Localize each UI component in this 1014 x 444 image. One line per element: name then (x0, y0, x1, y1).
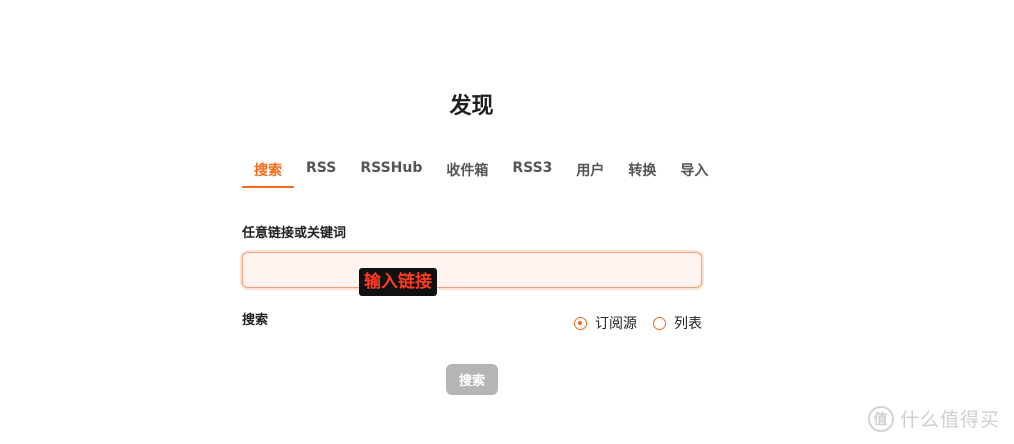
watermark-logo-icon: 值 (867, 405, 894, 432)
keyword-field-label: 任意链接或关键词 (242, 226, 347, 241)
radio-unchecked-icon (653, 316, 666, 330)
tab-users[interactable]: 用户 (564, 152, 616, 188)
tab-inbox[interactable]: 收件箱 (434, 152, 500, 188)
radio-lists[interactable]: 列表 (653, 313, 702, 333)
radio-feeds[interactable]: 订阅源 (574, 313, 637, 333)
page-title: 发现 (449, 94, 494, 119)
keyword-input[interactable] (243, 253, 701, 287)
search-submit-button[interactable]: 搜索 (446, 364, 498, 395)
tab-rsshub[interactable]: RSSHub (348, 152, 434, 188)
annotation-label: 输入链接 (359, 268, 437, 296)
tab-rss3[interactable]: RSS3 (500, 152, 564, 188)
tab-import[interactable]: 导入 (668, 152, 720, 188)
tab-bar: 搜索 RSS RSSHub 收件箱 RSS3 用户 转换 导入 (242, 152, 720, 188)
watermark-text: 什么值得买 (899, 409, 1000, 431)
watermark: 值 什么值得买 (867, 405, 1000, 432)
radio-checked-icon (574, 316, 587, 330)
tab-rss[interactable]: RSS (294, 152, 348, 188)
tab-transform[interactable]: 转换 (616, 152, 668, 188)
radio-lists-label: 列表 (674, 316, 702, 332)
tab-search[interactable]: 搜索 (242, 152, 294, 188)
keyword-input-container (242, 252, 702, 288)
radio-feeds-label: 订阅源 (595, 316, 637, 332)
search-type-radio-group: 订阅源 列表 (574, 313, 702, 333)
search-type-label: 搜索 (242, 313, 269, 328)
